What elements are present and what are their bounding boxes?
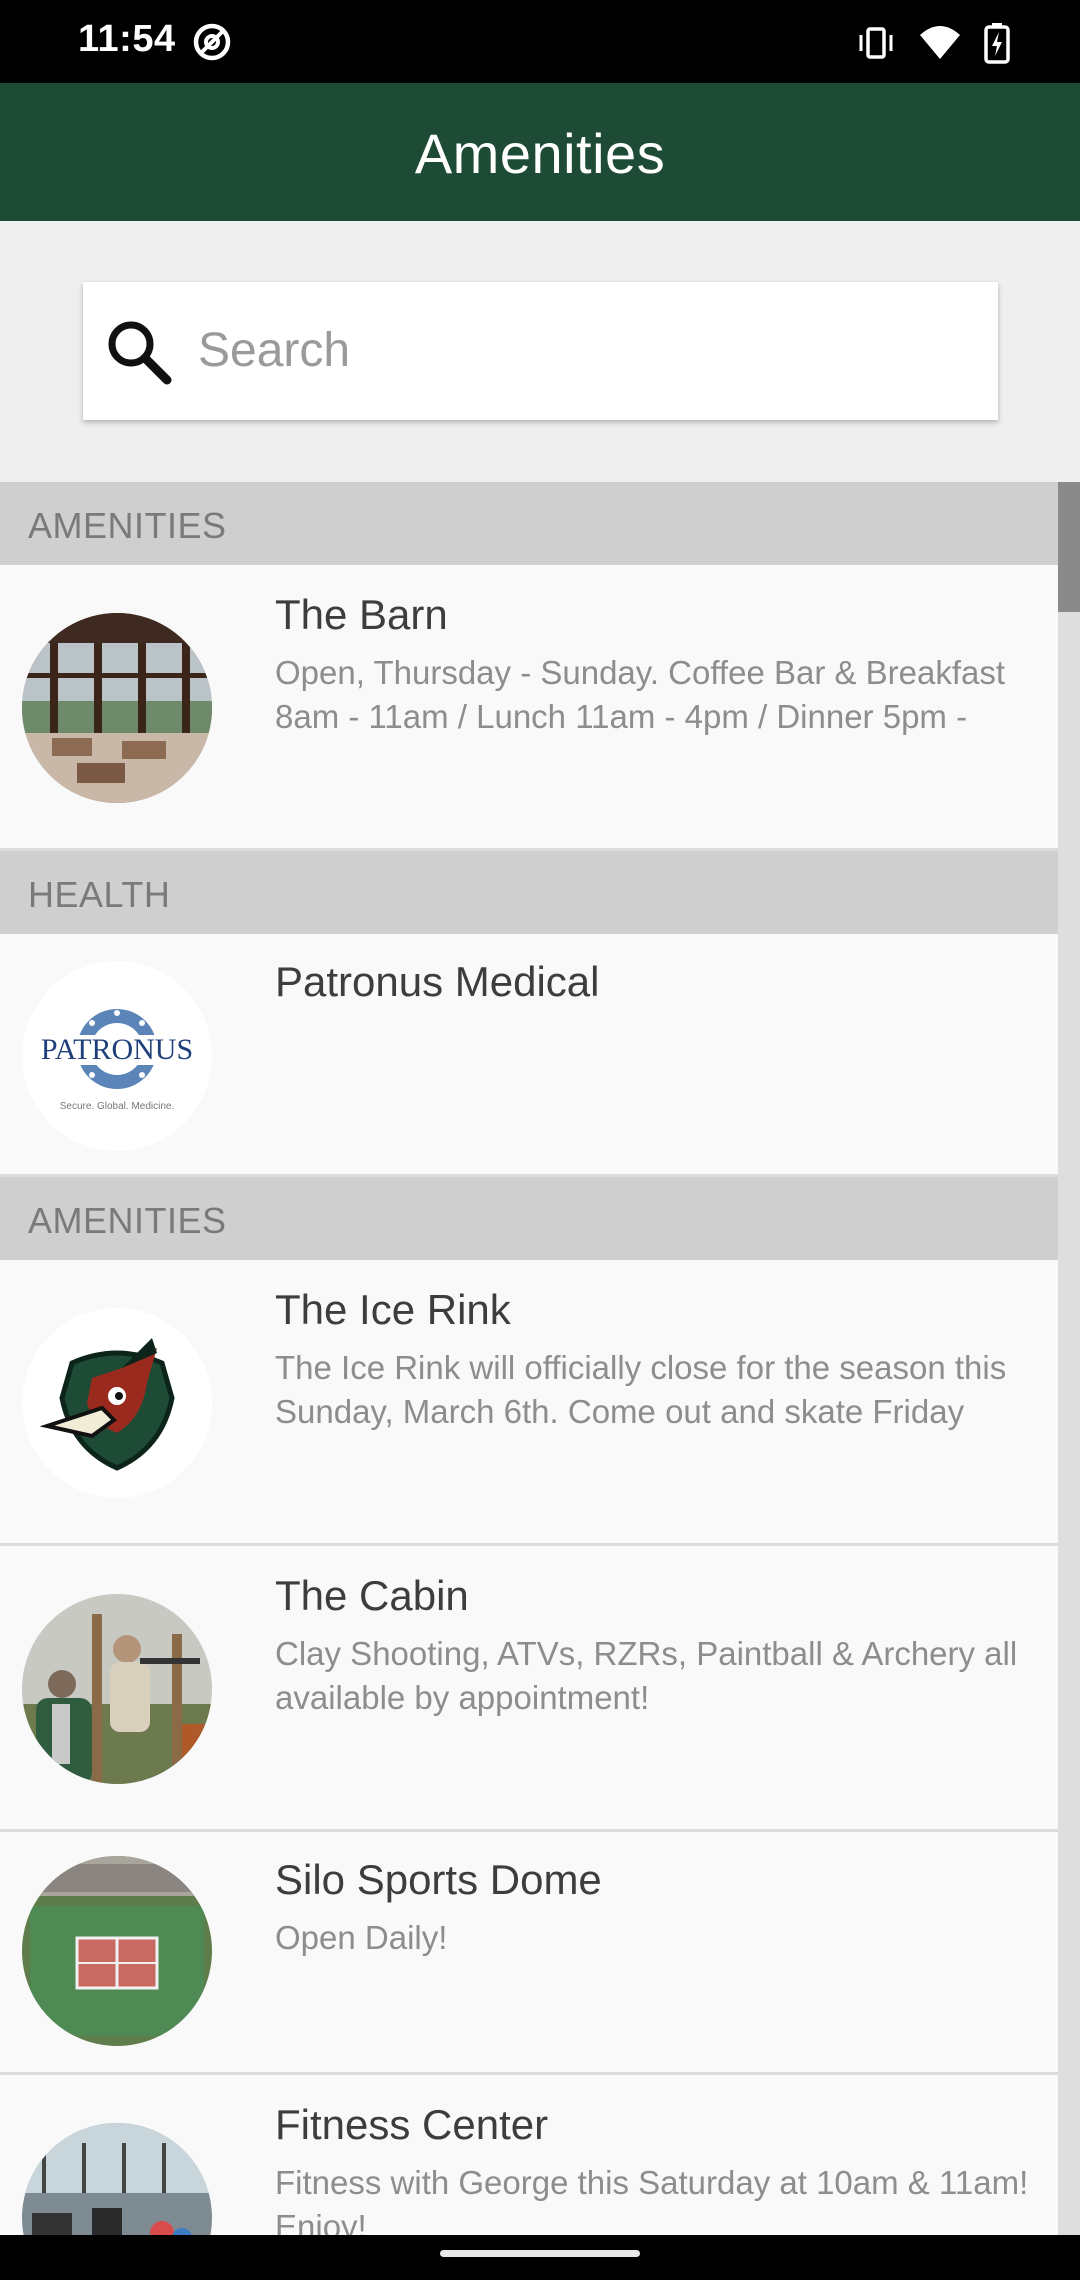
section-header-amenities: AMENITIES bbox=[0, 482, 1058, 565]
search-input[interactable] bbox=[198, 304, 978, 396]
scrollbar-thumb[interactable] bbox=[1058, 482, 1080, 612]
search-icon[interactable] bbox=[103, 316, 175, 388]
vibrate-icon bbox=[859, 27, 893, 59]
item-title: Fitness Center bbox=[275, 2101, 549, 2148]
item-title: The Ice Rink bbox=[275, 1286, 511, 1333]
list-item-silo-sports-dome[interactable]: Silo Sports Dome Open Daily! bbox=[0, 1832, 1058, 2075]
section-header-health: HEALTH bbox=[0, 851, 1058, 934]
page-title: Amenities bbox=[414, 122, 666, 185]
item-description: Open, Thursday - Sunday. Coffee Bar & Br… bbox=[275, 654, 1006, 735]
patronus-logo-text: PATRONUS bbox=[41, 1033, 193, 1066]
item-title: The Cabin bbox=[275, 1572, 469, 1619]
item-description: Open Daily! bbox=[275, 1919, 448, 1956]
home-gesture-handle[interactable] bbox=[440, 2250, 640, 2257]
list-item-patronus-medical[interactable]: PATRONUS Secure. Global. Medicine. Patro… bbox=[0, 934, 1058, 1177]
list-item-fitness-center[interactable]: Fitness Center Fitness with George this … bbox=[0, 2075, 1058, 2235]
clay-shooting-photo bbox=[22, 1594, 212, 1784]
amenities-list[interactable]: AMENITIES The Barn Open, Thursday - Sund… bbox=[0, 482, 1058, 2235]
status-bar: 11:54 bbox=[0, 0, 1080, 83]
item-description: Fitness with George this Saturday at 10a… bbox=[275, 2164, 1029, 2235]
navigation-bar bbox=[0, 2235, 1080, 2280]
item-title: Patronus Medical bbox=[275, 958, 600, 1005]
list-item-the-cabin[interactable]: The Cabin Clay Shooting, ATVs, RZRs, Pai… bbox=[0, 1546, 1058, 1832]
status-time: 11:54 bbox=[78, 18, 176, 60]
at-sign-icon bbox=[193, 23, 231, 61]
patronus-logo: PATRONUS Secure. Global. Medicine. bbox=[22, 961, 212, 1151]
wifi-icon bbox=[920, 26, 960, 59]
content-area: AMENITIES The bbox=[0, 221, 1080, 2235]
section-header-amenities: AMENITIES bbox=[0, 1177, 1058, 1260]
woodpecker-mascot-logo bbox=[22, 1308, 212, 1498]
barn-interior-photo bbox=[22, 613, 212, 803]
item-description: Clay Shooting, ATVs, RZRs, Paintball & A… bbox=[275, 1635, 1018, 1716]
sports-dome-aerial-photo bbox=[22, 1856, 212, 2046]
fitness-center-photo bbox=[22, 2123, 212, 2235]
list-item-the-barn[interactable]: The Barn Open, Thursday - Sunday. Coffee… bbox=[0, 565, 1058, 851]
item-title: The Barn bbox=[275, 591, 448, 638]
patronus-logo-tagline: Secure. Global. Medicine. bbox=[60, 1101, 175, 1112]
battery-charging-icon bbox=[984, 23, 1010, 64]
item-description: The Ice Rink will officially close for t… bbox=[275, 1349, 1007, 1430]
scrollbar[interactable] bbox=[1058, 482, 1080, 2235]
list-item-the-ice-rink[interactable]: The Ice Rink The Ice Rink will officiall… bbox=[0, 1260, 1058, 1546]
app-bar: Amenities bbox=[0, 83, 1080, 221]
search-box[interactable] bbox=[83, 282, 998, 420]
item-title: Silo Sports Dome bbox=[275, 1856, 602, 1903]
